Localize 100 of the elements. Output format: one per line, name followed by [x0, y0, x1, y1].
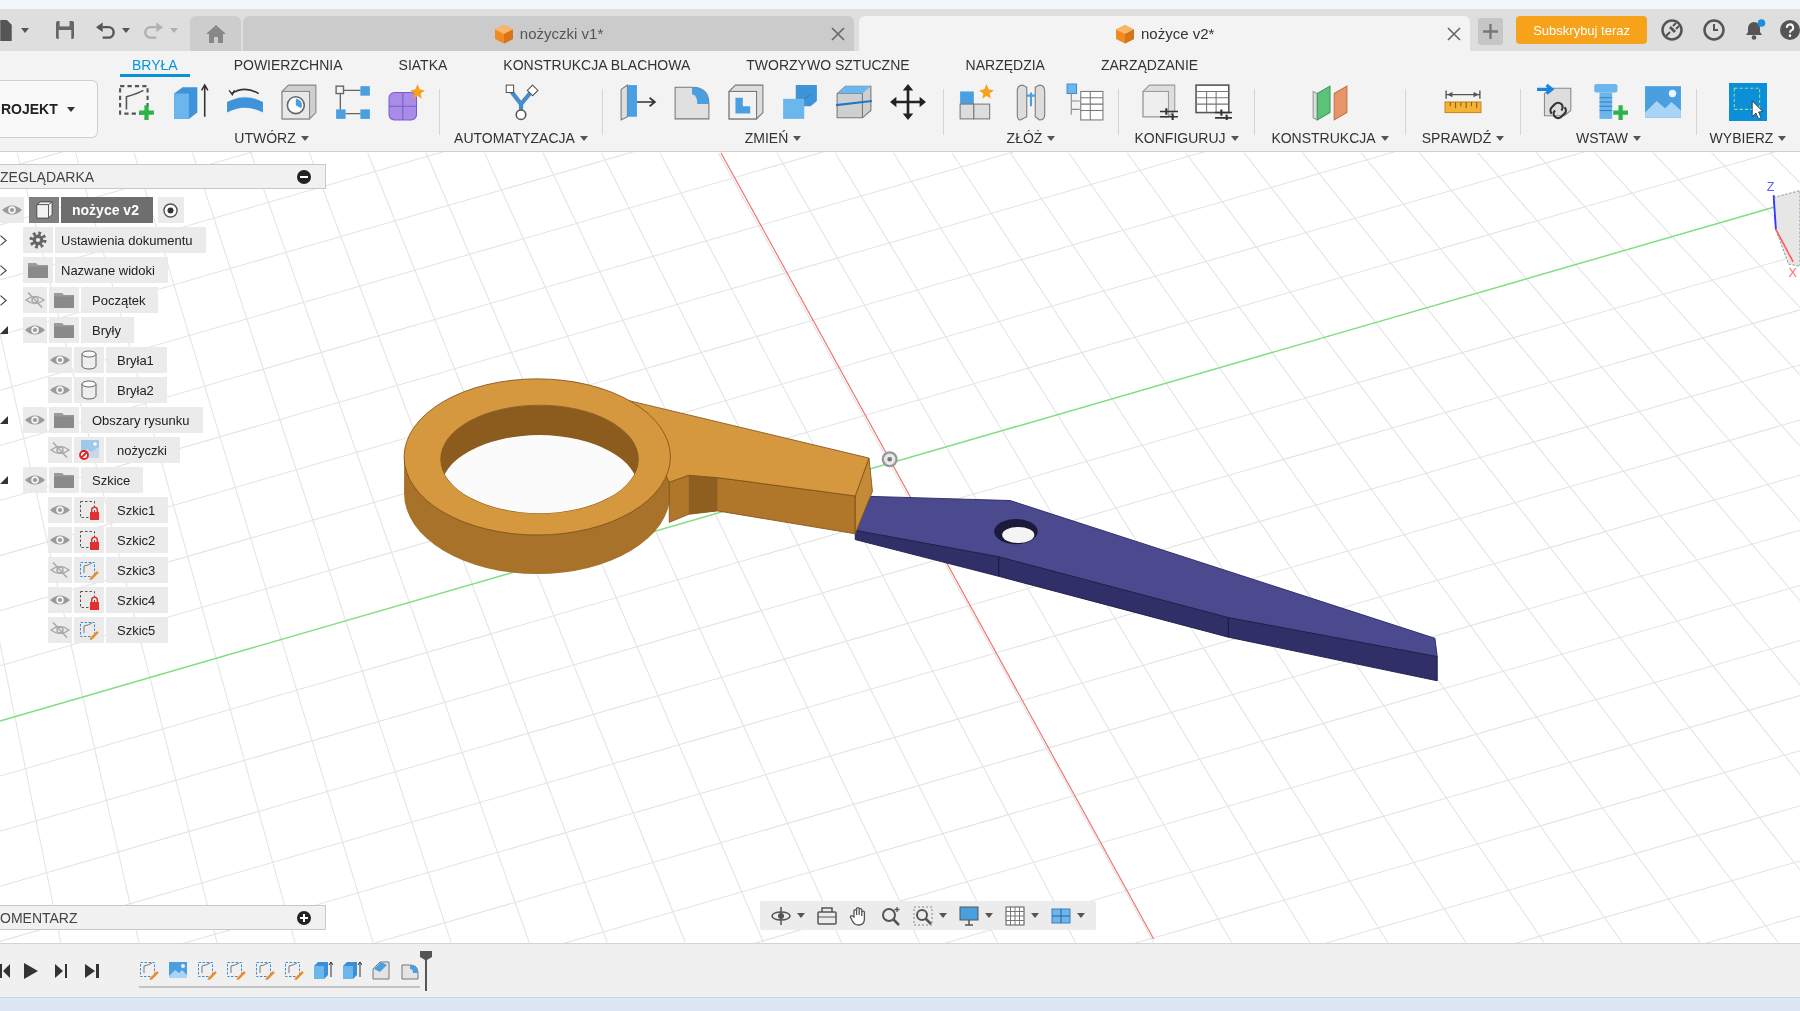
chamfer-box-icon[interactable] [371, 959, 391, 980]
box-sliders-icon[interactable] [1140, 83, 1179, 121]
triangle-icon[interactable] [0, 476, 8, 484]
ribbon-tab[interactable]: TWORZYWO SZTUCZNE [734, 51, 922, 77]
bell-icon[interactable] [1744, 19, 1766, 41]
ribbon-tab[interactable]: POWIERZCHNIA [221, 51, 355, 77]
cubes-star-icon[interactable] [958, 83, 996, 121]
monitor-icon[interactable] [959, 905, 979, 926]
caret-icon[interactable] [1633, 135, 1642, 141]
ribbon-tab[interactable]: SIATKA [386, 51, 460, 77]
caret-icon[interactable] [1047, 135, 1056, 141]
group-menu-button[interactable]: UTWÓRZ [234, 130, 309, 146]
box-arrow-icon[interactable] [171, 83, 210, 121]
grid-icon[interactable] [1005, 905, 1025, 926]
chevron-right-icon[interactable] [0, 294, 7, 306]
caret-icon[interactable] [1778, 135, 1787, 141]
sketch-pencil-icon[interactable] [226, 959, 246, 980]
group-menu-button[interactable]: ZŁÓŻ [1006, 130, 1056, 146]
group-menu-button[interactable]: AUTOMATYZACJA [454, 130, 588, 146]
ribbon-tab[interactable]: KONSTRUKCJA BLACHOWA [491, 51, 703, 77]
caret-icon[interactable] [66, 106, 75, 112]
zoom-window-icon[interactable] [913, 905, 933, 926]
undo-icon[interactable] [96, 21, 116, 39]
home-icon [205, 24, 226, 43]
orbit-icon[interactable] [771, 905, 791, 926]
move-arrows-icon[interactable] [889, 83, 927, 121]
panel-arrow-icon[interactable] [619, 83, 657, 121]
plug-circle-icon[interactable] [1661, 19, 1683, 41]
group-menu-button[interactable]: KONSTRUKCJA [1271, 130, 1389, 146]
sketch-pencil-icon[interactable] [197, 959, 217, 980]
caret-icon[interactable] [1031, 913, 1039, 918]
workspace-menu-button[interactable]: ROJEKT [0, 80, 98, 138]
split-view-icon[interactable] [1051, 905, 1071, 926]
chevron-right-icon[interactable] [0, 234, 7, 246]
tree-item[interactable]: Bryły [23, 317, 134, 343]
document-tab[interactable]: nożyce v2* [859, 16, 1471, 51]
group-menu-button[interactable]: ZMIEŃ [744, 130, 802, 146]
view-cube[interactable] [1773, 190, 1800, 267]
caret-icon[interactable] [1077, 913, 1085, 918]
step-forward-icon[interactable] [55, 963, 67, 978]
group-menu-button[interactable]: SPRAWDŹ [1421, 130, 1505, 146]
close-icon[interactable] [831, 26, 846, 41]
group-menu-button[interactable]: WSTAW [1575, 130, 1642, 146]
save-icon[interactable] [56, 21, 74, 39]
cube-icon [1114, 23, 1135, 44]
ribbon-tab[interactable]: NARZĘDZIA [953, 51, 1057, 77]
sketch-pencil-icon[interactable] [255, 959, 275, 980]
scissors-handle[interactable] [403, 378, 873, 574]
box-link-icon[interactable] [1535, 83, 1574, 121]
briefcase-icon[interactable] [817, 905, 837, 926]
triangle-icon[interactable] [0, 326, 8, 334]
playhead-marker[interactable] [420, 950, 432, 991]
scissors-blade[interactable] [854, 495, 1438, 682]
triangle-icon[interactable] [0, 416, 8, 424]
clock-icon[interactable] [1703, 19, 1725, 41]
caret-icon[interactable] [985, 913, 993, 918]
select-cursor-icon[interactable] [1729, 83, 1767, 121]
caret-icon[interactable] [1230, 135, 1239, 141]
caret-icon[interactable] [579, 135, 588, 141]
image-icon [79, 440, 99, 460]
close-icon[interactable] [1447, 26, 1462, 41]
folder-icon [54, 472, 74, 488]
stacked-boxes-icon[interactable] [781, 83, 819, 121]
connected-squares-icon[interactable] [333, 83, 372, 121]
cube-star-icon[interactable] [387, 83, 426, 121]
minus-circle-icon[interactable] [297, 169, 311, 184]
folder-icon [54, 322, 74, 338]
caret-icon[interactable] [793, 135, 802, 141]
table-tree-icon[interactable] [1066, 83, 1104, 121]
table-sliders-icon[interactable] [1194, 83, 1233, 121]
step-back-icon[interactable] [0, 963, 10, 978]
image-icon[interactable] [1643, 83, 1682, 121]
file-icon[interactable] [0, 19, 12, 41]
group-menu-button[interactable]: WYBIERZ [1709, 130, 1787, 146]
caret-icon[interactable] [939, 913, 947, 918]
origin-icon[interactable] [881, 451, 898, 468]
sketch-pencil-icon[interactable] [139, 959, 159, 980]
help-icon[interactable] [1780, 20, 1800, 40]
document-tab[interactable]: nożyczki v1* [243, 16, 855, 51]
skip-end-icon[interactable] [85, 963, 99, 978]
new-tab-button[interactable] [1478, 18, 1504, 45]
play-icon[interactable] [24, 962, 38, 979]
planes-icon[interactable] [1311, 83, 1349, 121]
sketch-pencil-icon[interactable] [284, 959, 304, 980]
chevron-right-icon[interactable] [0, 264, 7, 276]
zoom-icon[interactable] [881, 905, 901, 926]
caret-icon[interactable] [1380, 135, 1389, 141]
radio-button[interactable] [163, 202, 179, 218]
z-axis-line [1772, 194, 1777, 231]
caret-icon[interactable] [1496, 135, 1505, 141]
caret-icon[interactable] [122, 27, 130, 33]
group-menu-button[interactable]: KONFIGURUJ [1134, 130, 1239, 146]
hollow-box-icon[interactable] [727, 83, 765, 121]
split-box-icon[interactable] [835, 83, 873, 121]
plus-circle-icon[interactable] [297, 910, 311, 925]
caret-icon[interactable] [300, 135, 309, 141]
ribbon-tab[interactable]: ZARZĄDZANIE [1088, 51, 1211, 77]
sketch-plus-icon[interactable] [117, 83, 156, 121]
caret-icon[interactable] [21, 27, 29, 33]
caret-icon[interactable] [797, 913, 805, 918]
